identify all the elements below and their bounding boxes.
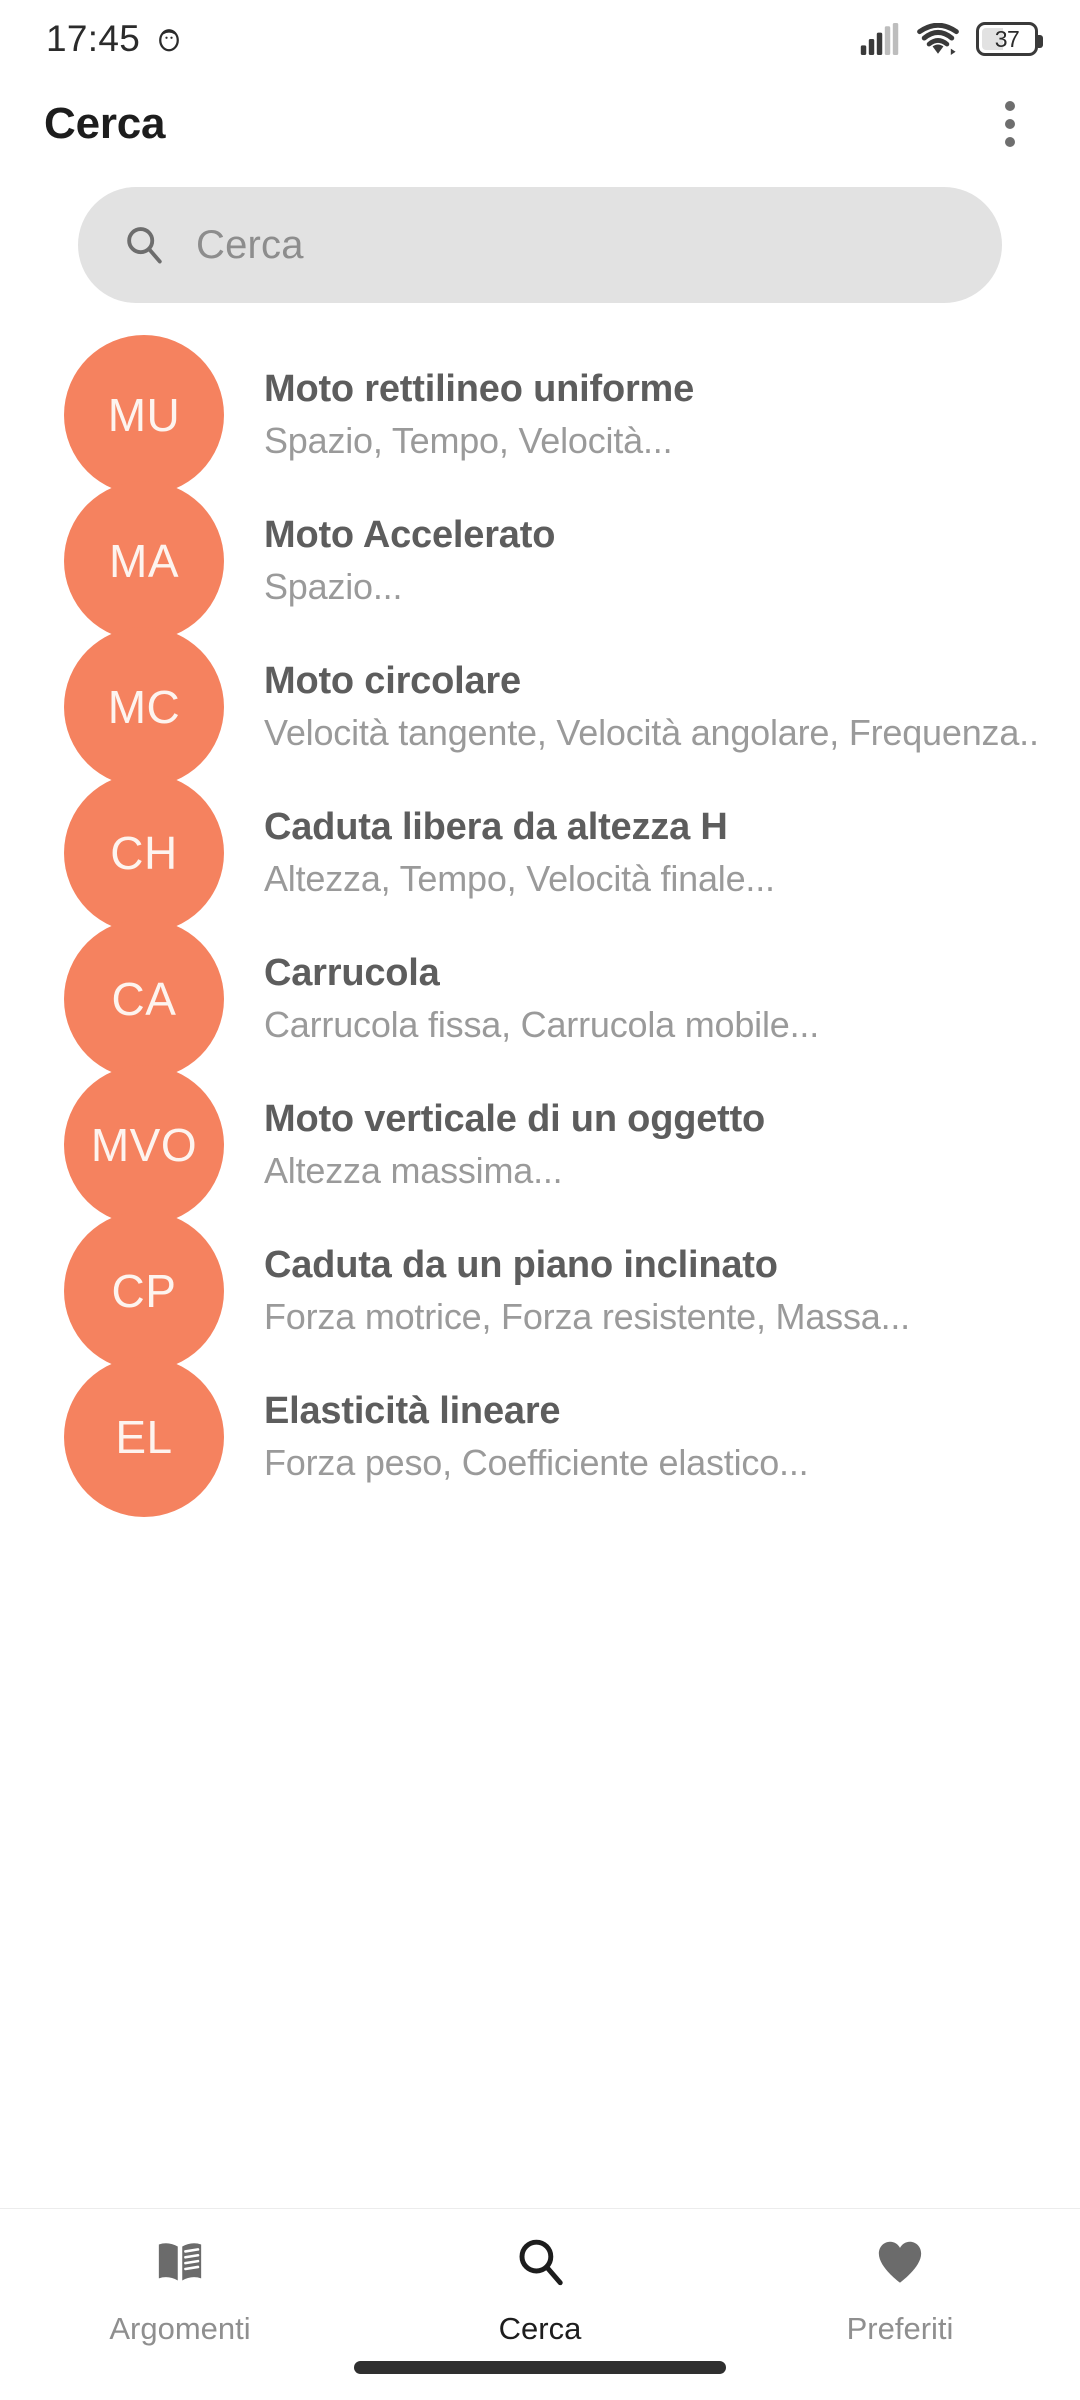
list-item-text: Caduta da un piano inclinato Forza motri… bbox=[264, 1244, 910, 1338]
list-item-title: Elasticità lineare bbox=[264, 1390, 561, 1432]
search-placeholder: Cerca bbox=[196, 222, 304, 267]
avatar: MVO bbox=[64, 1065, 224, 1225]
nav-label: Preferiti bbox=[846, 2311, 954, 2346]
more-vertical-icon[interactable] bbox=[978, 92, 1042, 156]
list-item-title: Moto circolare bbox=[264, 660, 521, 702]
nav-item-preferiti[interactable]: Preferiti bbox=[720, 2235, 1080, 2347]
list-item-text: Moto Accelerato Spazio... bbox=[264, 514, 555, 608]
battery-icon: 37 bbox=[976, 22, 1043, 56]
list-item[interactable]: CA Carrucola Carrucola fissa, Carrucola … bbox=[0, 919, 1080, 1079]
list-item-text: Caduta libera da altezza H Altezza, Temp… bbox=[264, 806, 775, 900]
nav-label: Cerca bbox=[498, 2311, 582, 2346]
list-item-subtitle: Spazio, Tempo, Velocità... bbox=[264, 420, 673, 461]
avatar: MC bbox=[64, 627, 224, 787]
list-item[interactable]: CH Caduta libera da altezza H Altezza, T… bbox=[0, 773, 1080, 933]
menu-dot bbox=[1005, 101, 1015, 111]
home-indicator[interactable] bbox=[354, 2361, 726, 2374]
list-item-title: Carrucola bbox=[264, 952, 440, 994]
list-item[interactable]: MA Moto Accelerato Spazio... bbox=[0, 481, 1080, 641]
nav-item-argomenti[interactable]: Argomenti bbox=[0, 2235, 360, 2347]
avatar: EL bbox=[64, 1357, 224, 1517]
list-item[interactable]: MC Moto circolare Velocità tangente, Vel… bbox=[0, 627, 1080, 787]
list-item-subtitle: Spazio... bbox=[264, 566, 403, 607]
list-item-title: Caduta libera da altezza H bbox=[264, 806, 728, 848]
alarm-icon bbox=[154, 24, 184, 54]
avatar: CH bbox=[64, 773, 224, 933]
search-icon bbox=[122, 223, 166, 267]
list-item-title: Moto verticale di un oggetto bbox=[264, 1098, 766, 1140]
status-bar-right: 37 bbox=[860, 22, 1043, 56]
avatar: MA bbox=[64, 481, 224, 641]
list-item-text: Moto rettilineo uniforme Spazio, Tempo, … bbox=[264, 368, 694, 462]
heart-icon bbox=[873, 2235, 927, 2289]
nav-label: Argomenti bbox=[109, 2311, 251, 2346]
list-item-title: Moto rettilineo uniforme bbox=[264, 368, 695, 410]
nav-item-cerca[interactable]: Cerca bbox=[360, 2235, 720, 2347]
avatar: CA bbox=[64, 919, 224, 1079]
search-results-list[interactable]: MU Moto rettilineo uniforme Spazio, Temp… bbox=[0, 320, 1080, 2208]
wifi-icon bbox=[917, 23, 959, 55]
list-item-subtitle: Velocità tangente, Velocità angolare, Fr… bbox=[264, 712, 1036, 753]
avatar: MU bbox=[64, 335, 224, 495]
list-item[interactable]: MVO Moto verticale di un oggetto Altezza… bbox=[0, 1065, 1080, 1225]
list-item[interactable]: EL Elasticità lineare Forza peso, Coeffi… bbox=[0, 1357, 1080, 1517]
app-bar: Cerca bbox=[0, 78, 1080, 170]
search-icon bbox=[513, 2235, 567, 2289]
list-item-text: Carrucola Carrucola fissa, Carrucola mob… bbox=[264, 952, 819, 1046]
page-title: Cerca bbox=[44, 99, 166, 148]
menu-dot bbox=[1005, 119, 1015, 129]
status-bar-left: 17:45 bbox=[46, 18, 184, 60]
list-item-subtitle: Forza motrice, Forza resistente, Massa..… bbox=[264, 1296, 910, 1337]
list-item-text: Moto circolare Velocità tangente, Veloci… bbox=[264, 660, 1036, 754]
list-item-text: Moto verticale di un oggetto Altezza mas… bbox=[264, 1098, 765, 1192]
list-item-subtitle: Altezza massima... bbox=[264, 1150, 563, 1191]
list-item-subtitle: Altezza, Tempo, Velocità finale... bbox=[264, 858, 775, 899]
list-item[interactable]: CP Caduta da un piano inclinato Forza mo… bbox=[0, 1211, 1080, 1371]
book-icon bbox=[153, 2235, 207, 2289]
status-time: 17:45 bbox=[46, 18, 141, 59]
list-item-subtitle: Carrucola fissa, Carrucola mobile... bbox=[264, 1004, 820, 1045]
search-container: Cerca bbox=[0, 170, 1080, 320]
list-item-title: Moto Accelerato bbox=[264, 514, 556, 556]
battery-level: 37 bbox=[994, 25, 1020, 52]
status-bar: 17:45 37 bbox=[0, 0, 1080, 78]
list-item-subtitle: Forza peso, Coefficiente elastico... bbox=[264, 1442, 809, 1483]
avatar: CP bbox=[64, 1211, 224, 1371]
list-item-text: Elasticità lineare Forza peso, Coefficie… bbox=[264, 1390, 808, 1484]
list-item-title: Caduta da un piano inclinato bbox=[264, 1244, 778, 1286]
search-input[interactable]: Cerca bbox=[78, 187, 1002, 303]
app-screen: 17:45 37 Cerca Cerca MU Moto rettilineo … bbox=[0, 0, 1080, 2400]
cellular-signal-icon bbox=[860, 23, 900, 55]
menu-dot bbox=[1005, 137, 1015, 147]
list-item[interactable]: MU Moto rettilineo uniforme Spazio, Temp… bbox=[0, 335, 1080, 495]
